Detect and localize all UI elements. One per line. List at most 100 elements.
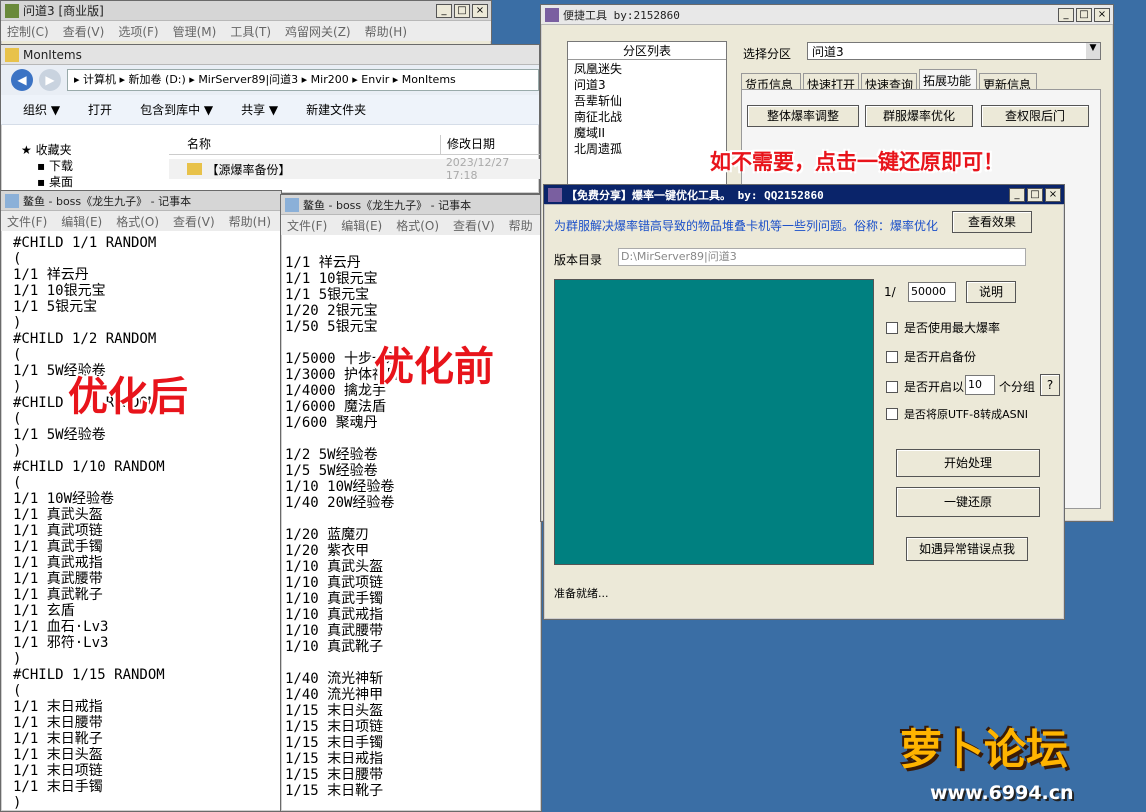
menu-item[interactable]: 选项(F) (118, 23, 158, 40)
breadcrumb-item[interactable]: ▸ MirServer89|问道3 (189, 73, 301, 86)
maximize-button[interactable]: □ (1027, 188, 1043, 202)
status-text: 准备就绪... (554, 587, 609, 600)
col-name[interactable]: 名称 (169, 135, 441, 154)
dir-input[interactable]: D:\MirServer89|问道3 (618, 248, 1026, 266)
check-backdoor-button[interactable]: 查权限后门 (981, 105, 1089, 127)
start-button[interactable]: 开始处理 (896, 449, 1040, 477)
backup-checkbox[interactable]: 是否开启备份 (886, 348, 976, 365)
breadcrumb[interactable]: ▸ 计算机 ▸ 新加卷 (D:) ▸ MirServer89|问道3 ▸ Mir… (67, 69, 539, 91)
menu-item[interactable]: 工具(T) (230, 23, 271, 40)
minimize-button[interactable]: _ (1058, 8, 1074, 22)
partition-select[interactable]: 问道3 ▼ (807, 42, 1101, 60)
toolbar-button[interactable]: 组织 ▼ (23, 101, 60, 118)
output-panel (554, 279, 874, 565)
view-effect-button[interactable]: 查看效果 (952, 211, 1032, 233)
overall-rate-button[interactable]: 整体爆率调整 (747, 105, 859, 127)
report-error-button[interactable]: 如遇异常错误点我 (906, 537, 1028, 561)
optimizer-titlebar[interactable]: 【免费分享】爆率一键优化工具。 by: QQ2152860 _ □ × (544, 185, 1064, 205)
chevron-down-icon: ▼ (1086, 43, 1100, 59)
menu-item[interactable]: 查看(V) (63, 23, 105, 40)
max-rate-checkbox[interactable]: 是否使用最大爆率 (886, 319, 1000, 336)
menu-item[interactable]: 查看(V) (453, 217, 495, 234)
toolbar-button[interactable]: 打开 (88, 101, 112, 118)
nav-pane: ★ 收藏夹 ▪ 下载 ▪ 桌面 (21, 141, 161, 189)
notepad-before-title: 鳌鱼 - boss《龙生九子》 - 记事本 (303, 198, 472, 212)
dir-label: 版本目录 (554, 253, 603, 267)
watermark-url: www.6994.cn (930, 782, 1074, 804)
minimize-button[interactable]: _ (436, 4, 452, 18)
rate-input[interactable]: 50000 (908, 282, 956, 302)
breadcrumb-item[interactable]: ▸ 新加卷 (D:) (120, 73, 190, 86)
breadcrumb-item[interactable]: ▸ Mir200 (302, 73, 353, 86)
list-item[interactable]: 魔域II (574, 124, 726, 140)
notepad-after-titlebar[interactable]: 鳌鱼 - boss《龙生九子》 - 记事本 (1, 191, 281, 211)
toolbar-button[interactable]: 新建文件夹 (306, 101, 366, 118)
notepad-before-menu: 文件(F) 编辑(E) 格式(O) 查看(V) 帮助 (281, 215, 541, 235)
label-before: 优化前 (374, 344, 494, 390)
menu-item[interactable]: 查看(V) (173, 213, 215, 230)
back-icon[interactable]: ◀ (11, 69, 33, 91)
list-item[interactable]: 问道3 (574, 76, 726, 92)
breadcrumb-item[interactable]: ▸ 计算机 (74, 73, 120, 86)
rate-prefix: 1/ (884, 285, 896, 299)
col-date[interactable]: 修改日期 (441, 135, 495, 154)
breadcrumb-item[interactable]: ▸ MonItems (393, 73, 456, 86)
toolbar-button[interactable]: 共享 ▼ (241, 101, 278, 118)
menu-item[interactable]: 文件(F) (7, 213, 47, 230)
menu-item[interactable]: 格式(O) (116, 213, 159, 230)
group-rate-button[interactable]: 群服爆率优化 (865, 105, 973, 127)
mir-window-titlebar[interactable]: 问道3 [商业版] _ □ × (1, 1, 491, 21)
restore-button[interactable]: 一键还原 (896, 487, 1040, 517)
notepad-after-content[interactable]: #CHILD 1/1 RANDOM ( 1/1 祥云丹 1/1 10银元宝 1/… (13, 235, 279, 809)
menu-item[interactable]: 帮助 (509, 217, 533, 234)
address-bar-row: ◀ ▶ ▸ 计算机 ▸ 新加卷 (D:) ▸ MirServer89|问道3 ▸… (1, 65, 539, 95)
maximize-button[interactable]: □ (454, 4, 470, 18)
group-count-input[interactable]: 10 (965, 375, 995, 395)
maximize-button[interactable]: □ (1076, 8, 1092, 22)
menu-item[interactable]: 帮助(H) (229, 213, 271, 230)
menu-item[interactable]: 文件(F) (287, 217, 327, 234)
menu-item[interactable]: 鸡留网关(Z) (285, 23, 351, 40)
notepad-after-menu: 文件(F) 编辑(E) 格式(O) 查看(V) 帮助(H) (1, 211, 281, 231)
desktop-item[interactable]: ▪ 桌面 (21, 173, 161, 189)
menu-item[interactable]: 编辑(E) (341, 217, 382, 234)
close-button[interactable]: × (1045, 188, 1061, 202)
utf8-checkbox[interactable]: 是否将原UTF-8转成ASNI (886, 406, 1028, 422)
notepad-before-titlebar[interactable]: 鳌鱼 - boss《龙生九子》 - 记事本 (281, 195, 541, 215)
folder-icon (187, 163, 203, 175)
menu-item[interactable]: 帮助(H) (365, 23, 407, 40)
explorer-titlebar[interactable]: MonItems (1, 45, 539, 65)
folder-icon (5, 47, 19, 62)
notepad-after-title: 鳌鱼 - boss《龙生九子》 - 记事本 (23, 194, 192, 208)
app-icon (545, 7, 559, 22)
partition-items: 凤凰迷失 问道3 吾辈斩仙 南征北战 魔域II 北周遗孤 (568, 60, 726, 156)
group-checkbox[interactable]: 是否开启以 (886, 378, 964, 395)
tab-4[interactable]: 拓展功能 (919, 69, 977, 91)
forward-icon[interactable]: ▶ (39, 69, 61, 91)
mir-window-title: 问道3 [商业版] (23, 4, 104, 18)
list-item[interactable]: 南征北战 (574, 108, 726, 124)
favorites-item[interactable]: ★ 收藏夹 (21, 141, 161, 157)
help-button[interactable]: ? (1040, 374, 1060, 396)
breadcrumb-item[interactable]: ▸ Envir (352, 73, 393, 86)
list-item[interactable]: 北周遗孤 (574, 140, 726, 156)
toolbar-button[interactable]: 包含到库中 ▼ (140, 101, 213, 118)
explorer-toolbar: 组织 ▼ 打开 包含到库中 ▼ 共享 ▼ 新建文件夹 (1, 95, 539, 125)
watermark-logo: 萝卜论坛 (900, 725, 1069, 774)
downloads-item[interactable]: ▪ 下载 (21, 157, 161, 173)
explain-button[interactable]: 说明 (966, 281, 1016, 303)
notepad-before-content[interactable]: 1/1 祥云丹 1/1 10银元宝 1/1 5银元宝 1/20 2银元宝 1/5… (285, 239, 541, 809)
close-button[interactable]: × (472, 4, 488, 18)
list-item[interactable]: 吾辈斩仙 (574, 92, 726, 108)
menu-item[interactable]: 管理(M) (173, 23, 217, 40)
list-item[interactable]: 凤凰迷失 (574, 60, 726, 76)
menu-item[interactable]: 格式(O) (396, 217, 439, 234)
menu-item[interactable]: 编辑(E) (61, 213, 102, 230)
quicktool-titlebar[interactable]: 便捷工具 by:2152860 _ □ × (541, 5, 1113, 25)
menu-item[interactable]: 控制(C) (7, 23, 49, 40)
minimize-button[interactable]: _ (1009, 188, 1025, 202)
explorer-window: MonItems ◀ ▶ ▸ 计算机 ▸ 新加卷 (D:) ▸ MirServe… (0, 44, 541, 194)
file-row[interactable]: 【源爆率备份】 2023/12/27 17:18 (169, 156, 541, 182)
close-button[interactable]: × (1094, 8, 1110, 22)
partition-list[interactable]: 分区列表 凤凰迷失 问道3 吾辈斩仙 南征北战 魔域II 北周遗孤 (567, 41, 727, 191)
